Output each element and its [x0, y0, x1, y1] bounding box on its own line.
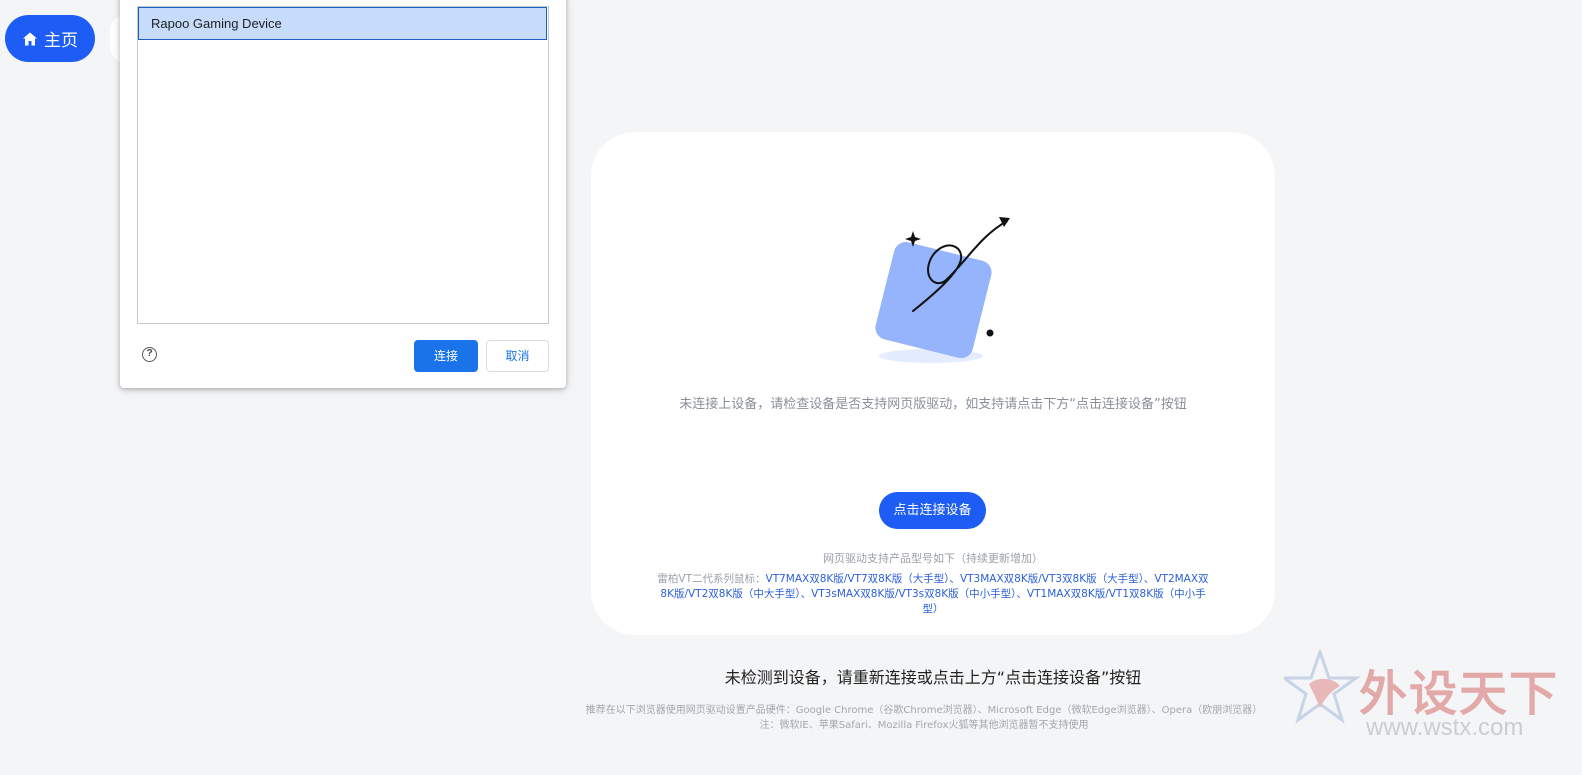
cancel-button[interactable]: 取消 — [486, 340, 549, 372]
connect-card: 未连接上设备，请检查设备是否支持网页版驱动，如支持请点击下方“点击连接设备”按钮… — [591, 132, 1275, 635]
watermark: 外设天下 www.wstx.com — [1284, 650, 1564, 750]
connection-illustration — [875, 217, 1010, 363]
support-models: 雷柏VT二代系列鼠标：VT7MAX双8K版/VT7双8K版（大手型）、VT3MA… — [657, 572, 1209, 617]
home-label: 主页 — [44, 31, 78, 51]
support-prefix: 雷柏VT二代系列鼠标： — [657, 573, 766, 585]
device-chooser-dialog: Rapoo Gaming Device ? 连接 取消 — [120, 0, 566, 388]
no-connection-message: 未连接上设备，请检查设备是否支持网页版驱动，如支持请点击下方“点击连接设备”按钮 — [679, 397, 1187, 412]
connect-device-button[interactable]: 点击连接设备 — [879, 492, 986, 529]
home-icon — [23, 32, 37, 45]
watermark-url: www.wstx.com — [1366, 714, 1524, 741]
connect-button[interactable]: 连接 — [414, 340, 478, 372]
question-circle-icon[interactable]: ? — [142, 347, 157, 362]
device-item[interactable]: Rapoo Gaming Device — [138, 7, 547, 40]
home-button[interactable]: 主页 — [5, 15, 95, 62]
device-list[interactable]: Rapoo Gaming Device — [137, 6, 549, 324]
support-title: 网页驱动支持产品型号如下（持续更新增加） — [823, 552, 1043, 565]
star-logo-icon — [1284, 650, 1361, 724]
